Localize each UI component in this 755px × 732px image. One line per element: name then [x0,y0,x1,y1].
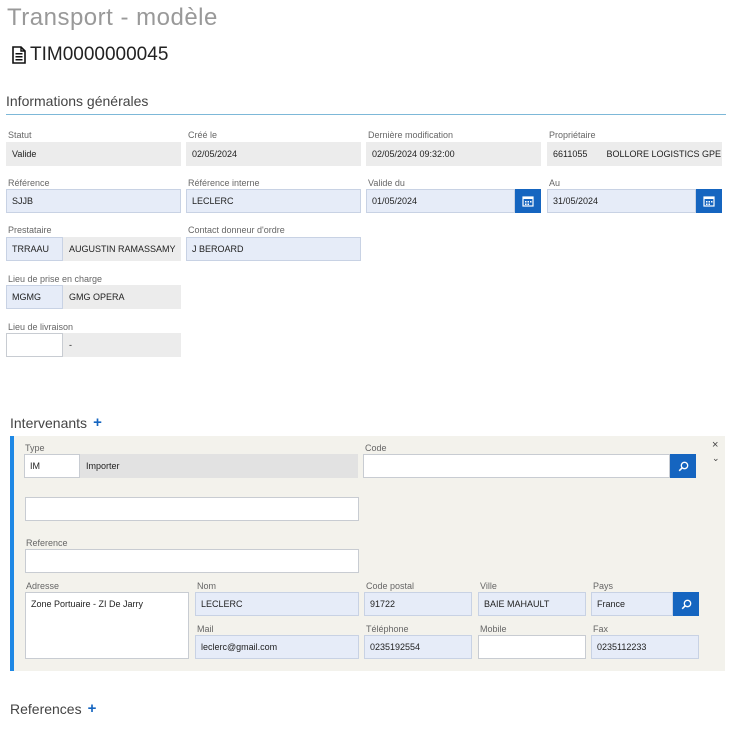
reference-input[interactable]: SJJB [6,189,181,213]
calendar-icon [522,196,534,207]
lieu-prise-label: Lieu de prise en charge [8,274,103,284]
pays-label: Pays [593,581,614,591]
pays-input[interactable]: France [591,592,673,616]
lieu-livraison-name: - [63,333,181,357]
au-input[interactable]: 31/05/2024 [547,189,696,213]
au-calendar-button[interactable] [696,189,722,213]
valide-du-calendar-button[interactable] [515,189,541,213]
telephone-label: Téléphone [366,624,409,634]
calendar-icon [703,196,715,207]
proprietaire-name: BOLLORE LOGISTICS GPE [606,149,721,159]
contact-label: Contact donneur d'ordre [188,225,285,235]
cree-le-field: 02/05/2024 [186,142,361,166]
document-icon [12,46,26,64]
au-label: Au [549,178,561,188]
page-title: Transport - modèle [7,4,218,31]
proprietaire-code: 6611055 [553,149,588,159]
mail-input[interactable]: leclerc@gmail.com [195,635,359,659]
prestataire-label: Prestataire [8,225,52,235]
section-title-general: Informations générales [6,93,149,109]
section-divider [6,114,726,115]
fax-input[interactable]: 0235112233 [591,635,699,659]
lieu-prise-code-input[interactable]: MGMG [6,285,63,309]
intervenants-title: Intervenants + [10,414,102,431]
code-postal-label: Code postal [366,581,415,591]
pays-search-button[interactable] [673,592,699,616]
reference-interne-label: Référence interne [188,178,260,188]
code-label: Code [365,443,387,453]
mobile-label: Mobile [480,624,507,634]
code-search-button[interactable] [670,454,696,478]
valide-du-input[interactable]: 01/05/2024 [366,189,515,213]
add-intervenant-button[interactable]: + [93,414,102,431]
adresse-label: Adresse [26,581,60,591]
telephone-input[interactable]: 0235192554 [364,635,472,659]
valide-du-label: Valide du [368,178,405,188]
lieu-livraison-code-input[interactable] [6,333,63,357]
lieu-livraison-label: Lieu de livraison [8,322,74,332]
nom-label: Nom [197,581,217,591]
ville-label: Ville [480,581,497,591]
reference-interne-input[interactable]: LECLERC [186,189,361,213]
derniere-modification-label: Dernière modification [368,130,454,140]
adresse-textarea[interactable]: Zone Portuaire - ZI De Jarry [25,592,189,659]
collapse-chevron-icon[interactable]: ⌄ [712,453,720,464]
ville-input[interactable]: BAIE MAHAULT [478,592,586,616]
intervenant-reference-input[interactable] [25,549,359,573]
intervenant-reference-label: Reference [26,538,68,548]
cree-le-label: Créé le [188,130,218,140]
references-title: References + [10,700,96,717]
reference-label: Référence [8,178,50,188]
statut-field: Valide [6,142,181,166]
close-intervenant-button[interactable]: × [712,439,718,451]
search-icon [678,461,688,471]
type-code-input[interactable]: IM [24,454,80,478]
mail-label: Mail [197,624,214,634]
document-id-row: TIM0000000045 [12,44,168,66]
intervenants-title-text: Intervenants [10,414,88,431]
intervenant-name-input[interactable] [25,497,359,521]
add-reference-button[interactable]: + [88,700,97,717]
contact-input[interactable]: J BEROARD [186,237,361,261]
derniere-modification-field: 02/05/2024 09:32:00 [366,142,541,166]
code-postal-input[interactable]: 91722 [364,592,472,616]
prestataire-name: AUGUSTIN RAMASSAMY [63,237,181,261]
type-name: Importer [80,454,358,478]
search-icon [681,599,691,609]
references-title-text: References [10,700,82,717]
type-label: Type [25,443,45,453]
nom-input[interactable]: LECLERC [195,592,359,616]
lieu-prise-name: GMG OPERA [63,285,181,309]
code-input[interactable] [363,454,670,478]
document-id: TIM0000000045 [30,44,169,65]
proprietaire-label: Propriétaire [549,130,596,140]
statut-label: Statut [8,130,32,140]
fax-label: Fax [593,624,609,634]
proprietaire-field: 6611055 BOLLORE LOGISTICS GPE [547,142,722,166]
mobile-input[interactable] [478,635,586,659]
prestataire-code-input[interactable]: TRRAAU [6,237,63,261]
